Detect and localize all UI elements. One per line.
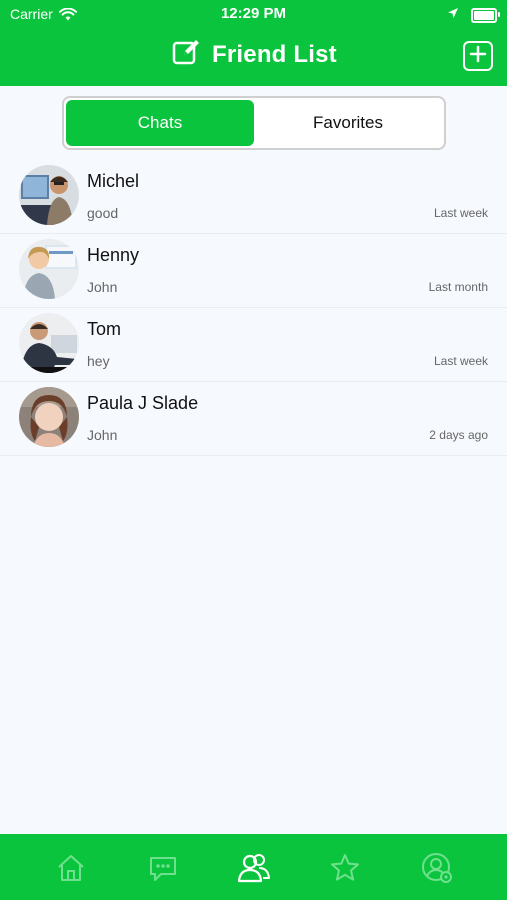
avatar	[19, 387, 79, 447]
battery-fill	[474, 10, 494, 20]
avatar	[19, 165, 79, 225]
chat-time: Last week	[433, 206, 488, 220]
chat-message: John	[87, 279, 118, 295]
chat-message: hey	[87, 353, 110, 369]
page-title: Friend List	[212, 40, 337, 68]
chat-time: Last week	[433, 354, 488, 368]
title-group: Friend List	[172, 38, 337, 71]
status-time: 12:29 PM	[220, 5, 287, 22]
chat-name: Michel	[87, 171, 140, 191]
chat-time: 2 days ago	[429, 428, 488, 442]
segmented-control: Chats Favorites	[62, 96, 446, 150]
chat-name: Henny	[87, 245, 140, 265]
chat-message: good	[87, 205, 119, 221]
status-right	[447, 6, 500, 24]
friends-icon[interactable]	[236, 850, 272, 886]
chat-name: Tom	[87, 319, 122, 339]
chat-row-paula-j-slade[interactable]: Paula J Slade John 2 days ago	[0, 382, 507, 456]
avatar	[19, 239, 79, 299]
battery-icon	[471, 7, 500, 23]
chat-row-tom[interactable]: Tom hey Last week	[0, 308, 507, 382]
chat-name: Paula J Slade	[87, 393, 199, 413]
avatar	[19, 313, 79, 373]
tab-favorites[interactable]: Favorites	[254, 100, 442, 146]
add-friend-button[interactable]	[463, 41, 493, 71]
chat-row-michel[interactable]: Michel good Last week	[0, 160, 507, 234]
chat-row-henny[interactable]: Henny John Last month	[0, 234, 507, 308]
tab-bar	[0, 834, 507, 900]
status-bar: Carrier 12:29 PM	[0, 0, 507, 28]
header: Carrier 12:29 PM Friend List	[0, 0, 507, 86]
chat-list: Michel good Last week Henny John Last mo…	[0, 160, 507, 456]
home-icon[interactable]	[53, 850, 89, 886]
plus-icon	[469, 45, 487, 68]
title-row: Friend List	[0, 38, 507, 78]
star-icon[interactable]	[327, 850, 363, 886]
chat-time: Last month	[428, 280, 488, 294]
edit-icon[interactable]	[172, 38, 202, 71]
profile-settings-icon[interactable]	[419, 850, 455, 886]
chat-message: John	[87, 427, 118, 443]
tab-chats[interactable]: Chats	[66, 100, 254, 146]
chat-bubble-icon[interactable]	[145, 850, 181, 886]
location-arrow-icon	[447, 6, 459, 24]
